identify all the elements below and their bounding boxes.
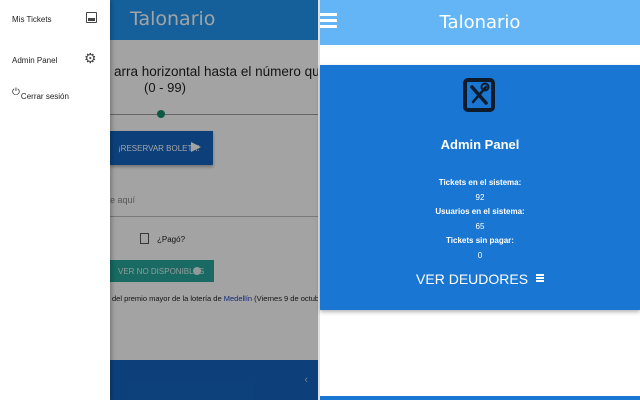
list-icon [535, 274, 544, 283]
ticket-icon [86, 12, 97, 23]
app-title: Talonario [439, 12, 521, 33]
admin-tools-icon [463, 78, 495, 112]
navigation-drawer: Mis Tickets Admin Panel ⚙ ⏻ Cerrar sesió… [0, 0, 110, 400]
stat-tickets-value: 92 [475, 193, 485, 202]
bottom-bar [320, 396, 640, 400]
stat-users-value: 65 [475, 222, 485, 231]
right-screen: Talonario Admin Panel Tickets en el sist… [320, 0, 640, 400]
drawer-item-admin-panel[interactable]: Admin Panel [12, 56, 57, 65]
app-header: Talonario [320, 0, 640, 45]
stat-tickets-label: Tickets en el sistema: [438, 178, 522, 187]
stat-users-label: Usuarios en el sistema: [435, 207, 525, 216]
gear-icon: ⚙ [84, 50, 97, 66]
view-debtors-button[interactable]: VER DEUDORES [320, 271, 640, 287]
admin-panel-card: Admin Panel Tickets en el sistema: 92 Us… [320, 65, 640, 310]
view-debtors-label: VER DEUDORES [416, 271, 529, 287]
left-screen: Talonario arra horizontal hasta el númer… [0, 0, 318, 400]
stat-unpaid-label: Tickets sin pagar: [446, 236, 514, 245]
drawer-item-logout[interactable]: ⏻ Cerrar sesión [12, 87, 69, 102]
power-icon: ⏻ [12, 87, 20, 98]
stat-unpaid-value: 0 [477, 251, 483, 260]
logout-label: Cerrar sesión [20, 92, 69, 101]
panel-title: Admin Panel [440, 137, 520, 152]
drawer-item-my-tickets[interactable]: Mis Tickets [12, 15, 52, 24]
